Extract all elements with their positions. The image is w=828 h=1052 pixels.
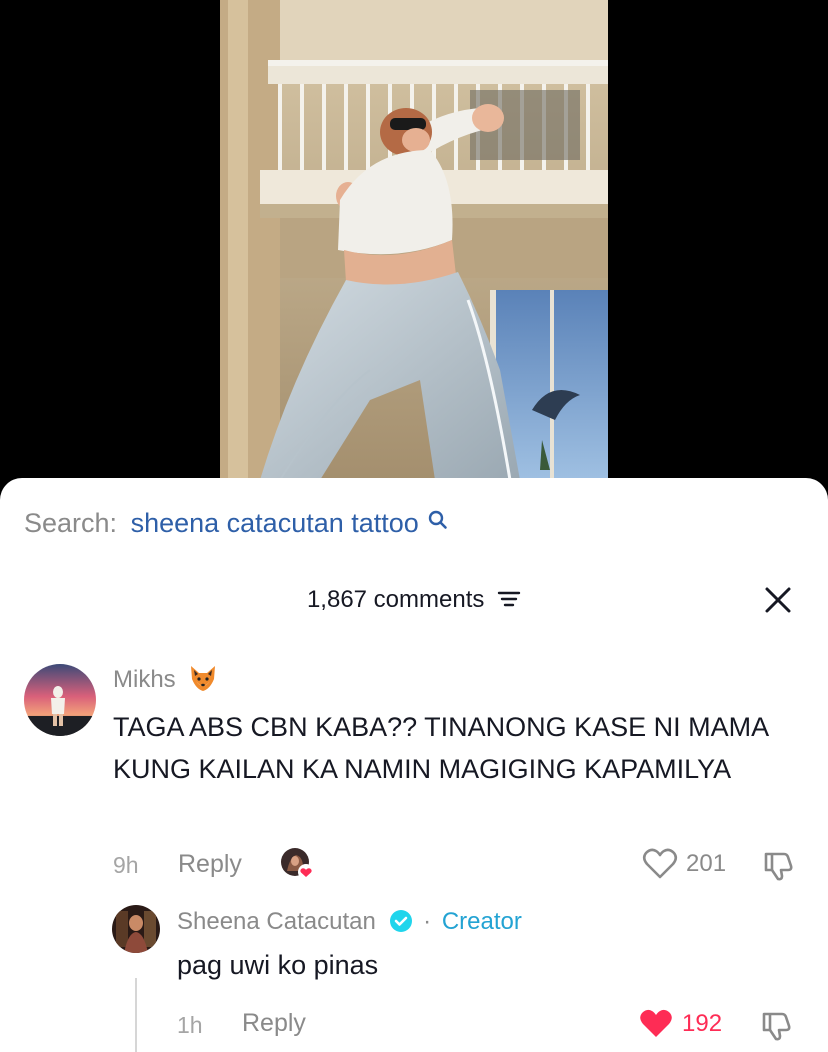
- reply-button[interactable]: Reply: [242, 1009, 306, 1038]
- comment-text: TAGA ABS CBN KABA?? TINANONG KASE NI MAM…: [113, 712, 768, 784]
- like-button[interactable]: 201: [642, 848, 726, 880]
- heart-outline-icon: [642, 848, 678, 879]
- video-frame[interactable]: [220, 0, 608, 480]
- badge-separator: ·: [423, 908, 432, 935]
- search-icon: [429, 510, 448, 529]
- reply-time: 1h: [177, 1012, 203, 1038]
- search-term-link[interactable]: sheena catacutan tattoo: [131, 508, 419, 538]
- reply-username[interactable]: Sheena Catacutan · Creator: [177, 908, 522, 936]
- search-label: Search:: [24, 508, 118, 538]
- comment-count: 1,867 comments: [306, 586, 485, 613]
- creator-avatar[interactable]: [112, 905, 160, 953]
- dislike-icon[interactable]: [760, 1008, 794, 1042]
- sort-filter-icon[interactable]: [497, 589, 521, 609]
- reply-text: pag uwi ko pinas: [177, 950, 379, 980]
- comment-username[interactable]: Mikhs: [113, 665, 218, 694]
- comments-sheet: Search: sheena catacutan tattoo 1,867 co…: [0, 478, 828, 1052]
- fox-emoji-icon: [191, 665, 216, 691]
- avatar[interactable]: [24, 664, 96, 736]
- liked-by-creator-icon: [280, 847, 314, 881]
- search-suggestion[interactable]: Search: sheena catacutan tattoo: [24, 508, 448, 539]
- creator-badge: Creator: [441, 908, 522, 935]
- like-count: 192: [682, 1010, 723, 1037]
- reply-button[interactable]: Reply: [178, 850, 242, 879]
- video-still-image: [220, 0, 608, 480]
- comment-time: 9h: [113, 852, 139, 878]
- heart-filled-icon: [640, 1009, 672, 1037]
- thread-connector-line: [135, 978, 137, 1052]
- video-player[interactable]: [0, 0, 828, 500]
- dislike-icon[interactable]: [762, 848, 796, 882]
- verified-badge-icon: [389, 909, 412, 932]
- close-icon[interactable]: [764, 586, 792, 614]
- like-count: 201: [686, 850, 727, 877]
- comments-header[interactable]: 1,867 comments: [0, 586, 828, 614]
- like-button[interactable]: 192: [638, 1008, 722, 1040]
